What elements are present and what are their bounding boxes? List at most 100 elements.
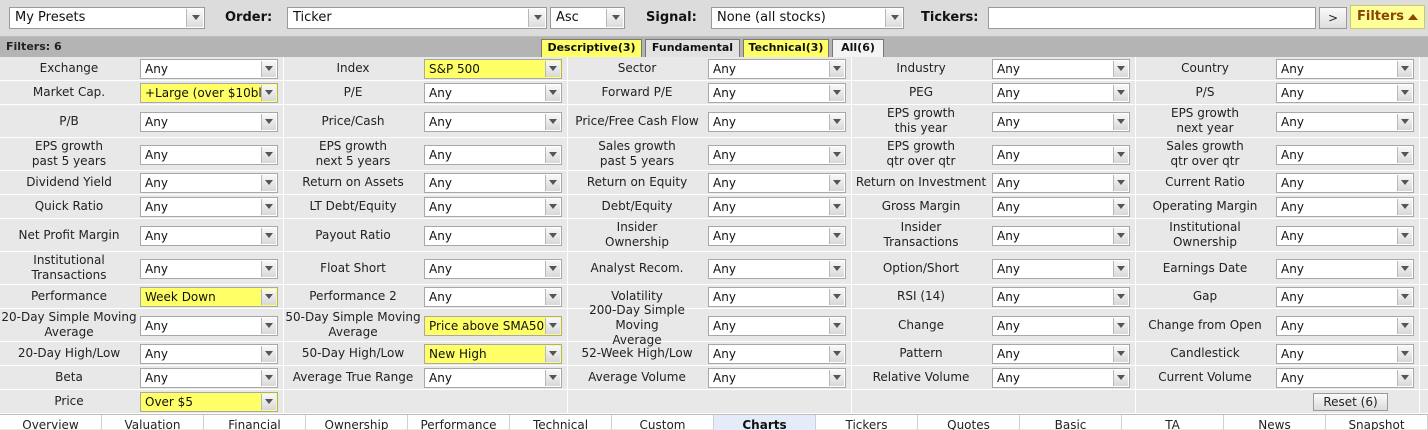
filter-select-institutional-transactions[interactable]: Any (140, 259, 278, 279)
filter-select-change[interactable]: Any (992, 316, 1130, 336)
filter-select-price[interactable]: Over $5 (140, 392, 278, 412)
filter-select-option-short[interactable]: Any (992, 259, 1130, 279)
filter-select-forward-p-e[interactable]: Any (708, 83, 846, 103)
order-select[interactable]: Ticker (287, 7, 547, 29)
filter-cell: Change Any (852, 309, 1136, 341)
view-tab-basic[interactable]: Basic (1020, 415, 1122, 430)
filter-select-eps-growth-past-5-years[interactable]: Any (140, 145, 278, 165)
filter-select-price-cash[interactable]: Any (424, 112, 562, 132)
preset-select[interactable]: My Presets (9, 7, 205, 29)
filter-select-return-on-equity[interactable]: Any (708, 173, 846, 193)
view-tab-technical[interactable]: Technical (510, 415, 612, 430)
filter-select-insider-ownership[interactable]: Any (708, 226, 846, 246)
view-tab-ownership[interactable]: Ownership (306, 415, 408, 430)
filter-select-current-ratio[interactable]: Any (1276, 173, 1414, 193)
filter-select-sector[interactable]: Any (708, 59, 846, 79)
filter-select-institutional-ownership[interactable]: Any (1276, 226, 1414, 246)
filter-select-lt-debt-equity[interactable]: Any (424, 197, 562, 217)
filter-select-200-day-simple-moving-average[interactable]: Any (708, 316, 846, 336)
filters-toggle-button[interactable]: Filters (1350, 5, 1425, 29)
filter-cell: Performance 2 Any (284, 285, 568, 308)
chevron-down-icon (545, 114, 560, 130)
tab-technical[interactable]: Technical(3) (743, 39, 829, 57)
filter-select-p-e[interactable]: Any (424, 83, 562, 103)
filter-select-volatility[interactable]: Any (708, 287, 846, 307)
filter-select-20-day-simple-moving-average[interactable]: Any (140, 316, 278, 336)
view-tab-valuation[interactable]: Valuation (102, 415, 204, 430)
filter-select-country[interactable]: Any (1276, 59, 1414, 79)
view-tab-overview[interactable]: Overview (0, 415, 102, 430)
filter-select-exchange[interactable]: Any (140, 59, 278, 79)
filter-select-debt-equity[interactable]: Any (708, 197, 846, 217)
view-tab-quotes[interactable]: Quotes (918, 415, 1020, 430)
filter-select-pattern[interactable]: Any (992, 344, 1130, 364)
filter-select-insider-transactions[interactable]: Any (992, 226, 1130, 246)
filter-select-gross-margin[interactable]: Any (992, 197, 1130, 217)
filter-select-average-volume[interactable]: Any (708, 368, 846, 388)
filter-select-p-s[interactable]: Any (1276, 83, 1414, 103)
filter-select-gap[interactable]: Any (1276, 287, 1414, 307)
filter-select-analyst-recom[interactable]: Any (708, 259, 846, 279)
filter-select-value: Any (1281, 62, 1304, 76)
filters-toggle-label: Filters (1357, 9, 1404, 24)
filter-select-eps-growth-this-year[interactable]: Any (992, 112, 1130, 132)
filter-select-performance[interactable]: Week Down (140, 287, 278, 307)
filter-label-current-ratio: Current Ratio (1165, 175, 1245, 189)
order-direction-select[interactable]: Asc (550, 7, 625, 29)
signal-select[interactable]: None (all stocks) (711, 7, 904, 29)
filter-select-quick-ratio[interactable]: Any (140, 197, 278, 217)
view-tab-performance[interactable]: Performance (408, 415, 510, 430)
view-tab-snapshot[interactable]: Snapshot (1326, 415, 1428, 430)
filter-select-20-day-high-low[interactable]: Any (140, 344, 278, 364)
filter-label-p-s: P/S (1195, 85, 1215, 99)
view-tab-ta[interactable]: TA (1122, 415, 1224, 430)
filter-select-50-day-high-low[interactable]: New High (424, 344, 562, 364)
view-tab-financial[interactable]: Financial (204, 415, 306, 430)
filter-select-p-b[interactable]: Any (140, 112, 278, 132)
filter-select-sales-growth-past-5-years[interactable]: Any (708, 145, 846, 165)
tickers-input[interactable] (988, 7, 1316, 29)
filter-select-net-profit-margin[interactable]: Any (140, 226, 278, 246)
filter-select-return-on-investment[interactable]: Any (992, 173, 1130, 193)
filter-select-rsi-14[interactable]: Any (992, 287, 1130, 307)
tab-all[interactable]: All(6) (832, 39, 884, 57)
filter-label-performance-2: Performance 2 (309, 289, 397, 303)
filter-select-return-on-assets[interactable]: Any (424, 173, 562, 193)
filter-select-dividend-yield[interactable]: Any (140, 173, 278, 193)
filter-select-candlestick[interactable]: Any (1276, 344, 1414, 364)
filter-select-sales-growth-qtr-over-qtr[interactable]: Any (1276, 145, 1414, 165)
view-tab-news[interactable]: News (1224, 415, 1326, 430)
filter-select-peg[interactable]: Any (992, 83, 1130, 103)
filter-select-index[interactable]: S&P 500 (424, 59, 562, 79)
reset-filters-button[interactable]: Reset (6) (1313, 393, 1388, 411)
filter-select-performance-2[interactable]: Any (424, 287, 562, 307)
filter-select-industry[interactable]: Any (992, 59, 1130, 79)
filter-select-eps-growth-qtr-over-qtr[interactable]: Any (992, 145, 1130, 165)
filter-select-relative-volume[interactable]: Any (992, 368, 1130, 388)
filter-select-price-free-cash-flow[interactable]: Any (708, 112, 846, 132)
filter-select-average-true-range[interactable]: Any (424, 368, 562, 388)
chevron-down-icon (1397, 289, 1412, 305)
filter-select-current-volume[interactable]: Any (1276, 368, 1414, 388)
view-tab-charts[interactable]: Charts (714, 415, 816, 430)
filter-select-change-from-open[interactable]: Any (1276, 316, 1414, 336)
filter-select-eps-growth-next-5-years[interactable]: Any (424, 145, 562, 165)
tab-fundamental[interactable]: Fundamental (645, 39, 740, 57)
filter-select-float-short[interactable]: Any (424, 259, 562, 279)
filter-select-50-day-simple-moving-average[interactable]: Price above SMA50 (424, 316, 562, 336)
tab-descriptive[interactable]: Descriptive(3) (541, 39, 642, 57)
filter-select-beta[interactable]: Any (140, 368, 278, 388)
filter-label-return-on-assets: Return on Assets (302, 175, 404, 189)
filter-select-operating-margin[interactable]: Any (1276, 197, 1414, 217)
filter-select-payout-ratio[interactable]: Any (424, 226, 562, 246)
filter-select-earnings-date[interactable]: Any (1276, 259, 1414, 279)
filter-cell: Sales growth past 5 years Any (568, 138, 852, 170)
filter-cell: Price/Cash Any (284, 105, 568, 137)
tickers-go-button[interactable]: > (1319, 7, 1347, 29)
filter-select-market-cap[interactable]: +Large (over $10bln) (140, 83, 278, 103)
filter-select-eps-growth-next-year[interactable]: Any (1276, 112, 1414, 132)
view-tab-custom[interactable]: Custom (612, 415, 714, 430)
view-tab-tickers[interactable]: Tickers (816, 415, 918, 430)
filter-select-52-week-high-low[interactable]: Any (708, 344, 846, 364)
filter-label-sales-growth-qtr-over-qtr: Sales growth qtr over qtr (1166, 139, 1244, 168)
